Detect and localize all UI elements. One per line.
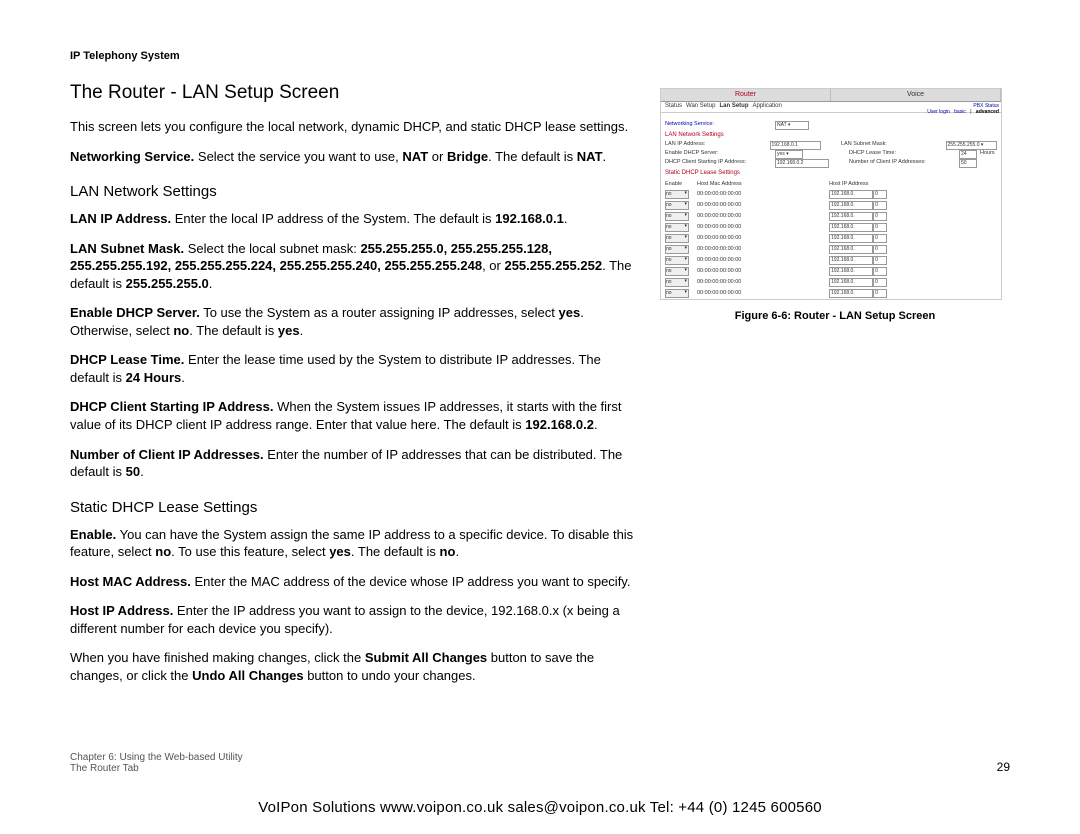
footer-chapter-info: Chapter 6: Using the Web-based Utility T… (70, 752, 243, 774)
select-enable-row[interactable]: no (665, 190, 689, 199)
networking-service-paragraph: Networking Service. Select the service y… (70, 148, 640, 166)
input-host-ip-suffix[interactable]: 0 (873, 234, 887, 243)
page-number: 29 (997, 760, 1010, 774)
input-host-ip-suffix[interactable]: 0 (873, 190, 887, 199)
input-host-ip-suffix[interactable]: 0 (873, 212, 887, 221)
subtab-wan-setup[interactable]: Wan Setup (686, 103, 715, 110)
tab-router[interactable]: Router (661, 89, 831, 101)
table-row: no00:00:00:00:00:00192.168.0.0 (664, 222, 998, 233)
label-dhcp-num: Number of Client IP Addresses: (849, 159, 959, 168)
contact-line: VoIPon Solutions www.voipon.co.uk sales@… (0, 799, 1080, 816)
host-mac-paragraph: Host MAC Address. Enter the MAC address … (70, 573, 640, 591)
subnet-paragraph: LAN Subnet Mask. Select the local subnet… (70, 240, 640, 293)
select-enable-row[interactable]: no (665, 234, 689, 243)
table-row: no00:00:00:00:00:00192.168.0.0 (664, 255, 998, 266)
num-clients-paragraph: Number of Client IP Addresses. Enter the… (70, 446, 640, 481)
link-user-login[interactable]: User login (927, 109, 950, 115)
link-basic[interactable]: basic (954, 109, 966, 115)
label-dhcp-start: DHCP Client Starting IP Address: (665, 159, 775, 168)
static-enable-paragraph: Enable. You can have the System assign t… (70, 526, 640, 561)
enable-dhcp-paragraph: Enable DHCP Server. To use the System as… (70, 304, 640, 339)
section-title-lan: LAN Network Settings (661, 130, 1001, 141)
table-row: no00:00:00:00:00:00192.168.0.0 (664, 277, 998, 288)
input-host-ip-suffix[interactable]: 0 (873, 267, 887, 276)
select-enable-row[interactable]: no (665, 256, 689, 265)
label-hours: Hours (980, 150, 995, 159)
table-row: no00:00:00:00:00:00192.168.0.0 (664, 233, 998, 244)
table-row: no00:00:00:00:00:00192.168.0.0 (664, 200, 998, 211)
finish-paragraph: When you have finished making changes, c… (70, 649, 640, 684)
input-host-ip-row[interactable]: 192.168.0. (829, 256, 873, 265)
label-subnet-mask: LAN Subnet Mask: (841, 141, 946, 150)
col-enable: Enable (664, 180, 696, 189)
figure-screenshot: Router Voice Status Wan Setup Lan Setup … (660, 88, 1002, 300)
label-enable-dhcp: Enable DHCP Server: (665, 150, 775, 159)
header-product-line: IP Telephony System (70, 50, 1010, 62)
input-host-ip-row[interactable]: 192.168.0. (829, 212, 873, 221)
input-host-ip-suffix[interactable]: 0 (873, 256, 887, 265)
select-enable-row[interactable]: no (665, 278, 689, 287)
static-dhcp-table: Enable Host Mac Address Host IP Address … (664, 180, 998, 299)
intro-paragraph: This screen lets you configure the local… (70, 118, 640, 136)
main-text-column: The Router - LAN Setup Screen This scree… (70, 82, 660, 696)
select-networking-service[interactable]: NAT ▾ (775, 121, 809, 130)
input-host-ip-row[interactable]: 192.168.0. (829, 201, 873, 210)
table-row: no00:00:00:00:00:00192.168.0.0 (664, 189, 998, 200)
link-advanced[interactable]: advanced (976, 109, 999, 115)
tab-voice[interactable]: Voice (831, 89, 1001, 101)
input-dhcp-start[interactable]: 192.168.0.2 (775, 159, 829, 168)
section-lan-network-settings: LAN Network Settings (70, 183, 640, 200)
section-title-static: Static DHCP Lease Settings (661, 168, 1001, 179)
table-row: no00:00:00:00:00:00192.168.0.0 (664, 244, 998, 255)
input-host-ip-suffix[interactable]: 0 (873, 223, 887, 232)
input-lan-ip[interactable]: 192.168.0.1 (770, 141, 822, 150)
label-networking-service: Networking Service: (665, 121, 775, 130)
input-host-ip-row[interactable]: 192.168.0. (829, 223, 873, 232)
input-host-ip-row[interactable]: 192.168.0. (829, 278, 873, 287)
label-dhcp-lease: DHCP Lease Time: (849, 150, 959, 159)
select-enable-row[interactable]: no (665, 201, 689, 210)
label-lan-ip: LAN IP Address: (665, 141, 770, 150)
col-mac: Host Mac Address (696, 180, 828, 189)
figure-caption: Figure 6-6: Router - LAN Setup Screen (660, 310, 1010, 322)
starting-ip-paragraph: DHCP Client Starting IP Address. When th… (70, 398, 640, 433)
page-title: The Router - LAN Setup Screen (70, 82, 640, 104)
section-static-dhcp: Static DHCP Lease Settings (70, 499, 640, 516)
host-ip-paragraph: Host IP Address. Enter the IP address yo… (70, 602, 640, 637)
input-dhcp-num[interactable]: 50 (959, 159, 977, 168)
subtab-lan-setup[interactable]: Lan Setup (719, 103, 748, 110)
select-enable-row[interactable]: no (665, 289, 689, 298)
input-dhcp-lease[interactable]: 24 (959, 150, 977, 159)
col-ip: Host IP Address (828, 180, 998, 189)
table-row: no00:00:00:00:00:00192.168.0.0 (664, 288, 998, 299)
select-enable-row[interactable]: no (665, 245, 689, 254)
input-host-ip-row[interactable]: 192.168.0. (829, 289, 873, 298)
input-host-ip-suffix[interactable]: 0 (873, 289, 887, 298)
input-host-ip-row[interactable]: 192.168.0. (829, 267, 873, 276)
lan-ip-paragraph: LAN IP Address. Enter the local IP addre… (70, 210, 640, 228)
select-subnet-mask[interactable]: 255.255.255.0 ▾ (946, 141, 998, 150)
select-enable-dhcp[interactable]: yes ▾ (775, 150, 803, 159)
input-host-ip-row[interactable]: 192.168.0. (829, 190, 873, 199)
select-enable-row[interactable]: no (665, 223, 689, 232)
input-host-ip-row[interactable]: 192.168.0. (829, 234, 873, 243)
input-host-ip-suffix[interactable]: 0 (873, 245, 887, 254)
select-enable-row[interactable]: no (665, 212, 689, 221)
subtab-status[interactable]: Status (665, 103, 682, 110)
lease-time-paragraph: DHCP Lease Time. Enter the lease time us… (70, 351, 640, 386)
input-host-ip-suffix[interactable]: 0 (873, 201, 887, 210)
input-host-ip-suffix[interactable]: 0 (873, 278, 887, 287)
subtab-application[interactable]: Application (753, 103, 782, 110)
select-enable-row[interactable]: no (665, 267, 689, 276)
table-row: no00:00:00:00:00:00192.168.0.0 (664, 266, 998, 277)
table-row: no00:00:00:00:00:00192.168.0.0 (664, 211, 998, 222)
input-host-ip-row[interactable]: 192.168.0. (829, 245, 873, 254)
